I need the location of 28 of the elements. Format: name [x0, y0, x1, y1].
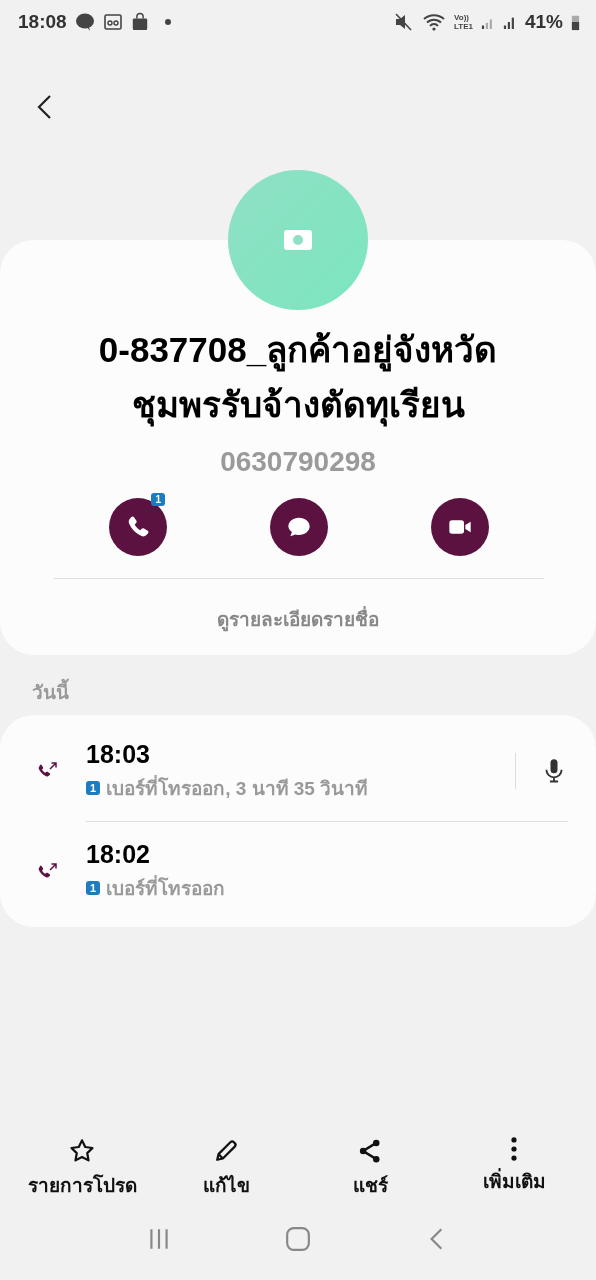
call-description: เบอร์ที่โทรออก, 3 นาที 35 วินาที	[106, 774, 369, 801]
more-icon	[510, 1136, 518, 1162]
battery-percent: 41%	[524, 11, 563, 33]
call-time: 18:03	[86, 739, 151, 769]
network-label: LTE1	[454, 22, 473, 31]
sim-badge: 1	[151, 493, 165, 506]
sim-badge: 1	[86, 780, 101, 795]
edit-button[interactable]: แก้ไข	[171, 1136, 281, 1200]
cassette-icon	[102, 12, 123, 32]
phone-number: 0630790298	[220, 446, 376, 478]
message-button[interactable]	[270, 498, 328, 556]
call-time: 18:02	[86, 840, 151, 869]
video-button[interactable]	[431, 498, 489, 556]
rounded-square-icon	[285, 1225, 311, 1252]
status-time: 18:08	[18, 11, 67, 33]
section-label: วันนี้	[0, 655, 596, 715]
network-label: Vo))	[454, 13, 470, 22]
wifi-icon	[422, 12, 446, 32]
call-description: เบอร์ที่โทรออก	[106, 873, 226, 903]
more-button[interactable]: เพิ่มเติม	[459, 1136, 569, 1200]
favorite-button[interactable]: รายการโปรด	[27, 1136, 137, 1200]
sim-badge: 1	[86, 881, 101, 895]
chat-bubble-icon	[74, 12, 95, 32]
shopping-bag-icon	[130, 12, 149, 32]
mute-icon	[394, 12, 414, 32]
dot-icon	[164, 19, 171, 25]
contact-name: 0-837708_ลูกค้าอยู่จังหวัดชุมพรรับจ้างตัดทุเรียน	[63, 322, 533, 432]
share-button[interactable]: แชร์	[315, 1136, 425, 1200]
